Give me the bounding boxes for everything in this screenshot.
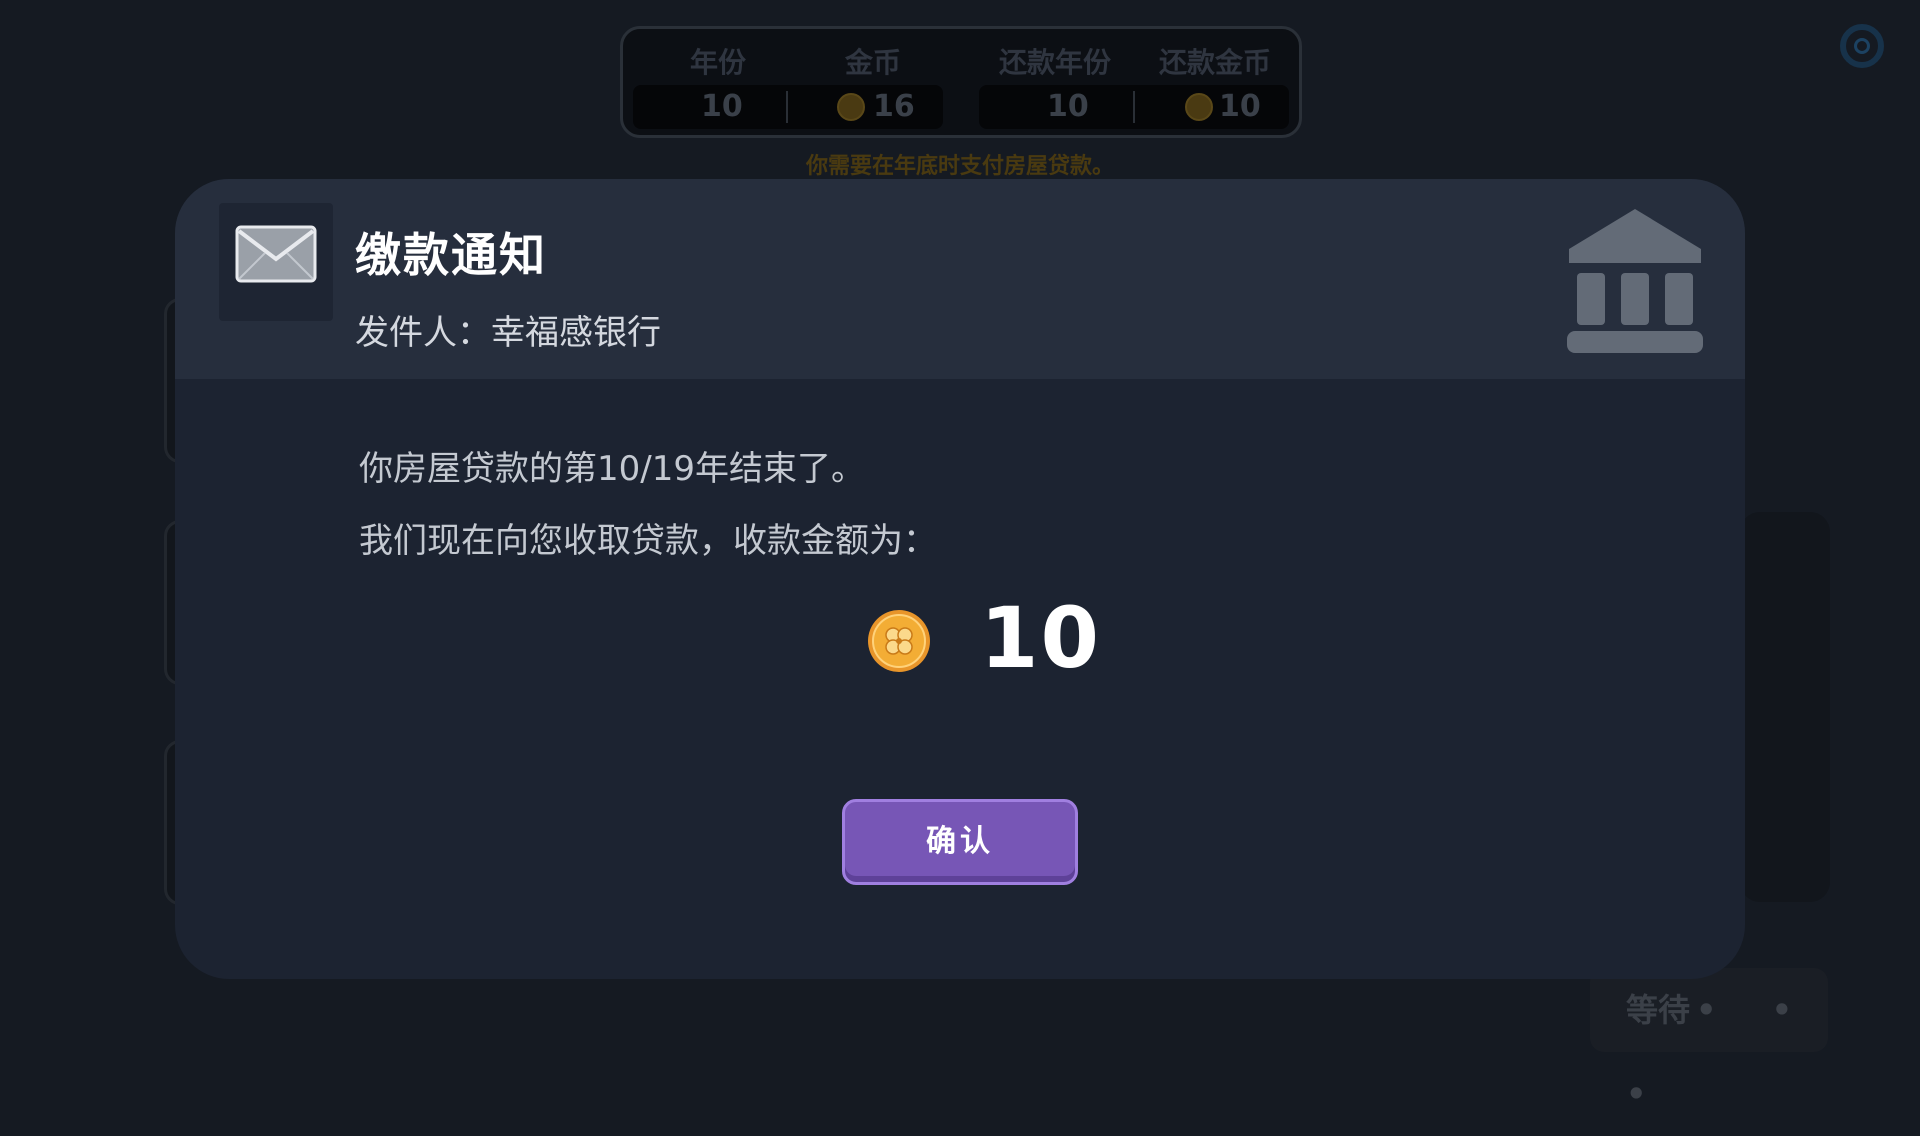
payment-amount: 10 — [980, 589, 1101, 687]
background-panel — [1740, 512, 1830, 902]
envelope-icon — [219, 203, 333, 321]
confirm-button[interactable]: 确认 — [842, 799, 1078, 885]
hud-divider — [1133, 91, 1135, 123]
hud-header-year: 年份 — [689, 46, 746, 79]
hud-divider — [786, 91, 788, 123]
hud-header-coins: 金币 — [844, 46, 901, 79]
hud-year-value: 10 — [701, 89, 743, 124]
dialog-sender: 发件人：幸福感银行 — [355, 313, 661, 353]
loan-status-hud: 年份 金币 还款年份 还款金币 10 16 10 10 — [620, 26, 1302, 138]
clover-coin-icon — [867, 609, 931, 677]
hud-coin-icon — [1185, 93, 1213, 121]
dialog-title: 缴款通知 — [355, 228, 547, 282]
dialog-header: 缴款通知 发件人：幸福感银行 — [175, 179, 1745, 379]
bank-icon — [1565, 207, 1705, 359]
hud-repay-year-value: 10 — [1047, 89, 1089, 124]
loan-hint-text: 你需要在年底时支付房屋贷款。 — [805, 154, 1114, 179]
hud-repay-coins-value: 10 — [1219, 89, 1261, 124]
message-line-2: 我们现在向您收取贷款，收款金额为： — [359, 521, 937, 561]
gear-icon[interactable] — [1840, 24, 1884, 68]
hud-coin-icon — [837, 93, 865, 121]
hud-header-repay-coins: 还款金币 — [1158, 46, 1271, 79]
message-line-1: 你房屋贷款的第10/19年结束了。 — [359, 449, 865, 489]
wait-button-label: 等待 — [1626, 991, 1691, 1029]
payment-notice-dialog: 缴款通知 发件人：幸福感银行 你房屋贷款的第10/19年结束了。 我们现在向您收… — [175, 179, 1745, 979]
wait-button[interactable]: 等待 • • • — [1590, 968, 1828, 1113]
hud-coins-value: 16 — [873, 89, 915, 124]
hud-header-repay-year: 还款年份 — [998, 46, 1111, 79]
